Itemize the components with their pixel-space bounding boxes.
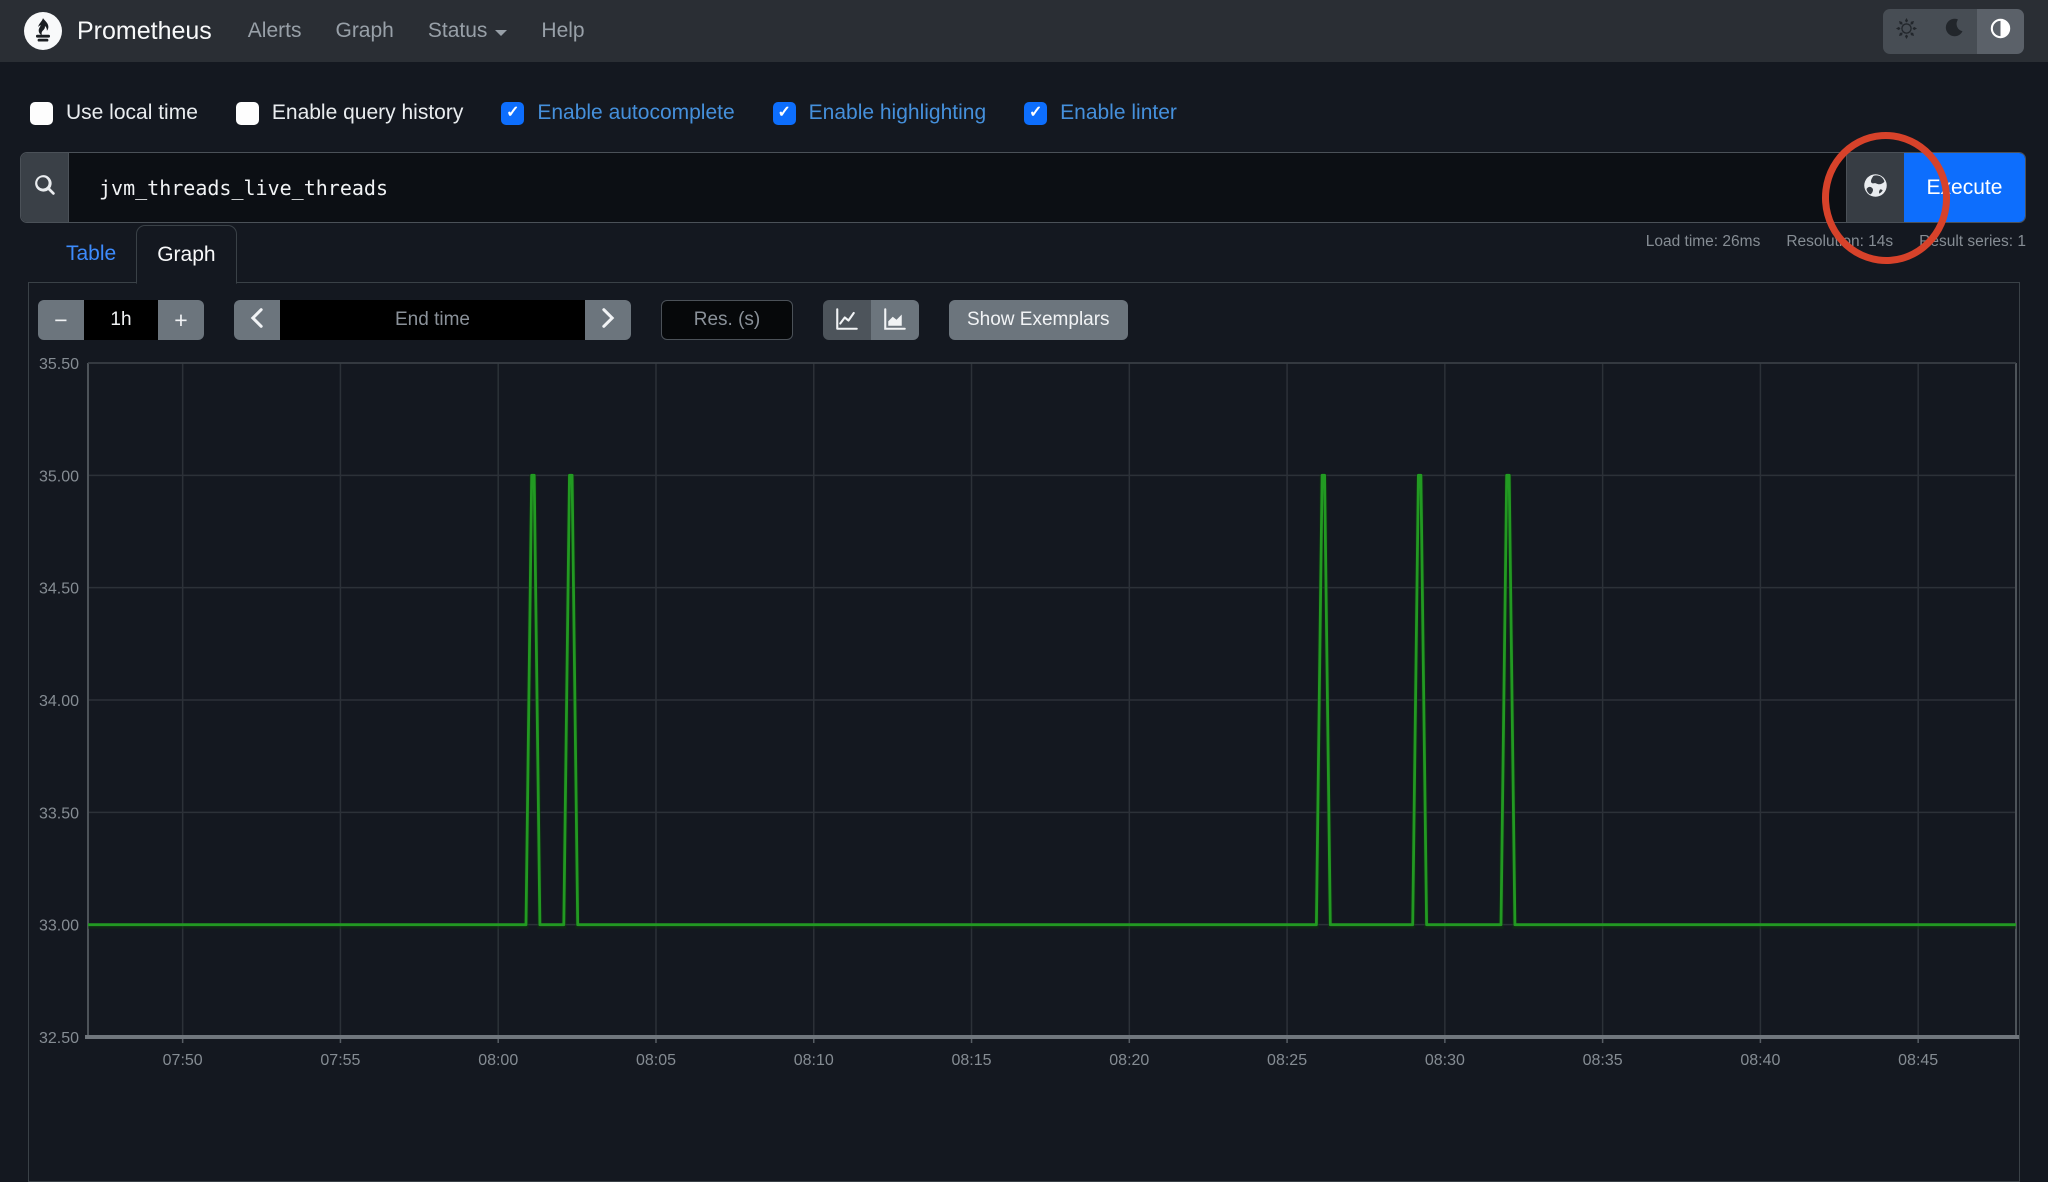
theme-dark-button[interactable] xyxy=(1930,8,1977,54)
resolution-input[interactable] xyxy=(661,300,793,340)
svg-text:33.50: 33.50 xyxy=(39,805,79,822)
line-chart-icon xyxy=(835,307,859,334)
time-back-button[interactable] xyxy=(234,300,280,340)
query-options-row: Use local time Enable query history ✓ En… xyxy=(30,89,1177,137)
svg-text:08:05: 08:05 xyxy=(636,1052,676,1069)
moon-icon xyxy=(1944,18,1964,44)
tab-graph[interactable]: Graph xyxy=(136,225,237,284)
checkbox-checked-icon[interactable]: ✓ xyxy=(772,101,796,125)
svg-text:08:45: 08:45 xyxy=(1898,1052,1938,1069)
svg-text:35.50: 35.50 xyxy=(39,356,79,373)
theme-auto-button[interactable] xyxy=(1977,8,2024,54)
checkbox-unchecked-icon[interactable] xyxy=(235,101,259,125)
theme-light-button[interactable] xyxy=(1883,8,1930,54)
graph-canvas[interactable]: 35.50 35.00 34.50 34.00 33.50 33.00 32.50 07:50… xyxy=(28,350,2020,1089)
globe-icon xyxy=(1862,172,1889,204)
tab-table[interactable]: Table xyxy=(46,225,136,282)
range-increase-button[interactable]: + xyxy=(158,300,204,340)
query-input[interactable] xyxy=(69,153,1846,222)
svg-text:08:20: 08:20 xyxy=(1109,1052,1149,1069)
checkbox-enable-highlighting[interactable]: ✓ Enable highlighting xyxy=(772,101,986,125)
graph-controls: − + Show Exemplars xyxy=(38,300,1128,340)
stacked-chart-icon xyxy=(883,307,907,334)
svg-text:08:35: 08:35 xyxy=(1583,1052,1623,1069)
search-addon xyxy=(21,153,69,222)
nav-link-alerts[interactable]: Alerts xyxy=(248,19,302,43)
checkbox-enable-query-history[interactable]: Enable query history xyxy=(235,101,463,125)
stacked-chart-button[interactable] xyxy=(871,300,919,340)
svg-text:08:25: 08:25 xyxy=(1267,1052,1307,1069)
range-input[interactable] xyxy=(84,300,158,340)
checkbox-enable-autocomplete[interactable]: ✓ Enable autocomplete xyxy=(501,101,735,125)
chevron-right-icon xyxy=(601,307,615,334)
circle-half-icon xyxy=(1990,18,2011,45)
metrics-explorer-button[interactable] xyxy=(1846,153,1904,222)
checkbox-unchecked-icon[interactable] xyxy=(30,101,53,125)
brand-title[interactable]: Prometheus xyxy=(77,17,212,46)
checkbox-checked-icon[interactable]: ✓ xyxy=(501,101,525,125)
nav-links: Alerts Graph Status Help xyxy=(248,19,585,43)
query-bar: Execute xyxy=(20,152,2026,223)
range-stepper: − + xyxy=(38,300,204,340)
stat-resolution: Resolution: 14s xyxy=(1786,233,1894,250)
theme-toggle-group xyxy=(1883,8,2024,54)
execute-button[interactable]: Execute xyxy=(1904,153,2025,222)
query-stats: Load time: 26ms Resolution: 14s Result s… xyxy=(1646,233,2026,251)
view-tabs: Table Graph xyxy=(46,225,237,284)
prometheus-logo-icon[interactable] xyxy=(24,12,62,50)
svg-text:34.50: 34.50 xyxy=(39,581,79,598)
checkbox-use-local-time[interactable]: Use local time xyxy=(30,101,198,125)
svg-text:08:00: 08:00 xyxy=(478,1052,518,1069)
end-time-input[interactable] xyxy=(280,300,585,340)
sun-icon xyxy=(1896,17,1917,45)
svg-text:08:15: 08:15 xyxy=(952,1052,992,1069)
checkbox-checked-icon[interactable]: ✓ xyxy=(1024,101,1048,125)
svg-text:32.50: 32.50 xyxy=(39,1030,79,1047)
chevron-down-icon xyxy=(495,29,508,36)
nav-link-status[interactable]: Status xyxy=(428,19,508,43)
checkbox-enable-linter[interactable]: ✓ Enable linter xyxy=(1024,101,1177,125)
stat-result-series: Result series: 1 xyxy=(1919,233,2026,250)
chevron-left-icon xyxy=(250,307,264,334)
time-forward-button[interactable] xyxy=(585,300,631,340)
svg-text:34.00: 34.00 xyxy=(39,693,79,710)
nav-link-graph[interactable]: Graph xyxy=(335,19,393,43)
end-time-stepper xyxy=(234,300,631,340)
line-chart-button[interactable] xyxy=(823,300,871,340)
range-decrease-button[interactable]: − xyxy=(38,300,84,340)
chart-area[interactable]: 35.50 35.00 34.50 34.00 33.50 33.00 32.50 07:50… xyxy=(28,350,2020,1089)
svg-text:33.00: 33.00 xyxy=(39,918,79,935)
search-icon xyxy=(34,174,56,201)
svg-text:07:50: 07:50 xyxy=(163,1052,203,1069)
svg-text:08:30: 08:30 xyxy=(1425,1052,1465,1069)
navbar: Prometheus Alerts Graph Status Help xyxy=(0,0,2048,62)
chart-type-toggle xyxy=(823,300,919,340)
svg-text:08:10: 08:10 xyxy=(794,1052,834,1069)
show-exemplars-button[interactable]: Show Exemplars xyxy=(949,300,1128,340)
svg-text:07:55: 07:55 xyxy=(320,1052,360,1069)
stat-load-time: Load time: 26ms xyxy=(1645,233,1761,250)
nav-link-help[interactable]: Help xyxy=(541,19,584,43)
svg-text:08:40: 08:40 xyxy=(1740,1052,1780,1069)
svg-text:35.00: 35.00 xyxy=(39,468,79,485)
